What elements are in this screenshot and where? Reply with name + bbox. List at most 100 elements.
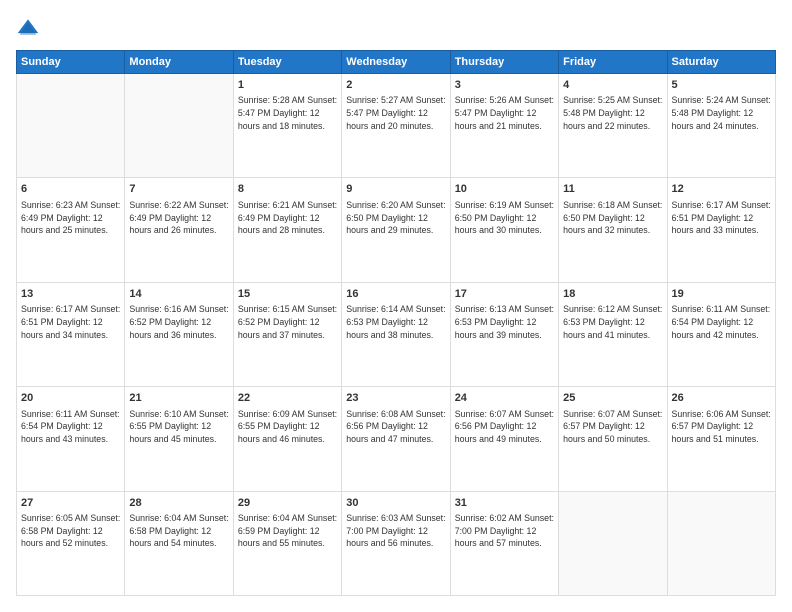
- day-number: 29: [238, 496, 337, 511]
- week-row-3: 13Sunrise: 6:17 AM Sunset: 6:51 PM Dayli…: [17, 282, 776, 386]
- week-row-1: 1Sunrise: 5:28 AM Sunset: 5:47 PM Daylig…: [17, 74, 776, 178]
- day-info: Sunrise: 6:13 AM Sunset: 6:53 PM Dayligh…: [455, 303, 554, 341]
- calendar-cell: 23Sunrise: 6:08 AM Sunset: 6:56 PM Dayli…: [342, 387, 450, 491]
- day-number: 16: [346, 287, 445, 302]
- day-info: Sunrise: 6:22 AM Sunset: 6:49 PM Dayligh…: [129, 199, 228, 237]
- calendar-cell: 17Sunrise: 6:13 AM Sunset: 6:53 PM Dayli…: [450, 282, 558, 386]
- day-info: Sunrise: 6:09 AM Sunset: 6:55 PM Dayligh…: [238, 408, 337, 446]
- day-number: 9: [346, 182, 445, 197]
- week-row-2: 6 Sunrise: 6:23 AM Sunset: 6:49 PM Daylig…: [17, 178, 776, 282]
- calendar-cell: 20 Sunrise: 6:11 AM Sunset: 6:54 PM Dayli…: [17, 387, 125, 491]
- week-row-5: 27Sunrise: 6:05 AM Sunset: 6:58 PM Dayli…: [17, 491, 776, 595]
- calendar-cell: 5Sunrise: 5:24 AM Sunset: 5:48 PM Daylig…: [667, 74, 775, 178]
- calendar-cell: [17, 74, 125, 178]
- day-number: 31: [455, 496, 554, 511]
- calendar-cell: 10 Sunrise: 6:19 AM Sunset: 6:50 PM Dayli…: [450, 178, 558, 282]
- calendar-cell: 12Sunrise: 6:17 AM Sunset: 6:51 PM Dayli…: [667, 178, 775, 282]
- day-of-week-thursday: Thursday: [450, 51, 558, 74]
- calendar-cell: 21Sunrise: 6:10 AM Sunset: 6:55 PM Dayli…: [125, 387, 233, 491]
- calendar-cell: 16Sunrise: 6:14 AM Sunset: 6:53 PM Dayli…: [342, 282, 450, 386]
- day-number: 14: [129, 287, 228, 302]
- day-info: Sunrise: 6:03 AM Sunset: 7:00 PM Dayligh…: [346, 512, 445, 550]
- day-info: Sunrise: 6:15 AM Sunset: 6:52 PM Dayligh…: [238, 303, 337, 341]
- day-info: Sunrise: 5:28 AM Sunset: 5:47 PM Dayligh…: [238, 94, 337, 132]
- days-of-week-row: SundayMondayTuesdayWednesdayThursdayFrid…: [17, 51, 776, 74]
- day-info: Sunrise: 6:20 AM Sunset: 6:50 PM Dayligh…: [346, 199, 445, 237]
- day-number: 17: [455, 287, 554, 302]
- day-number: 8: [238, 182, 337, 197]
- day-info: Sunrise: 6:23 AM Sunset: 6:49 PM Dayligh…: [21, 199, 120, 237]
- calendar-cell: 11 Sunrise: 6:18 AM Sunset: 6:50 PM Dayli…: [559, 178, 667, 282]
- day-info: Sunrise: 6:04 AM Sunset: 6:59 PM Dayligh…: [238, 512, 337, 550]
- calendar-cell: 22Sunrise: 6:09 AM Sunset: 6:55 PM Dayli…: [233, 387, 341, 491]
- day-info: Sunrise: 6:18 AM Sunset: 6:50 PM Dayligh…: [563, 199, 662, 237]
- calendar-cell: 1Sunrise: 5:28 AM Sunset: 5:47 PM Daylig…: [233, 74, 341, 178]
- day-number: 30: [346, 496, 445, 511]
- day-info: Sunrise: 5:27 AM Sunset: 5:47 PM Dayligh…: [346, 94, 445, 132]
- day-number: 7: [129, 182, 228, 197]
- generalblue-logo-icon: [16, 16, 40, 40]
- calendar-cell: 7 Sunrise: 6:22 AM Sunset: 6:49 PM Daylig…: [125, 178, 233, 282]
- calendar-cell: 9 Sunrise: 6:20 AM Sunset: 6:50 PM Daylig…: [342, 178, 450, 282]
- logo: [16, 16, 44, 40]
- calendar-cell: 6 Sunrise: 6:23 AM Sunset: 6:49 PM Daylig…: [17, 178, 125, 282]
- day-number: 5: [672, 78, 771, 93]
- day-number: 2: [346, 78, 445, 93]
- day-number: 27: [21, 496, 120, 511]
- calendar-cell: 4Sunrise: 5:25 AM Sunset: 5:48 PM Daylig…: [559, 74, 667, 178]
- day-number: 18: [563, 287, 662, 302]
- calendar-cell: 28Sunrise: 6:04 AM Sunset: 6:58 PM Dayli…: [125, 491, 233, 595]
- day-info: Sunrise: 6:19 AM Sunset: 6:50 PM Dayligh…: [455, 199, 554, 237]
- day-number: 4: [563, 78, 662, 93]
- day-info: Sunrise: 6:07 AM Sunset: 6:57 PM Dayligh…: [563, 408, 662, 446]
- calendar-cell: 3Sunrise: 5:26 AM Sunset: 5:47 PM Daylig…: [450, 74, 558, 178]
- calendar-cell: 18Sunrise: 6:12 AM Sunset: 6:53 PM Dayli…: [559, 282, 667, 386]
- day-info: Sunrise: 6:16 AM Sunset: 6:52 PM Dayligh…: [129, 303, 228, 341]
- day-number: 3: [455, 78, 554, 93]
- day-info: Sunrise: 6:02 AM Sunset: 7:00 PM Dayligh…: [455, 512, 554, 550]
- day-number: 1: [238, 78, 337, 93]
- day-number: 6: [21, 182, 120, 197]
- calendar-cell: 13Sunrise: 6:17 AM Sunset: 6:51 PM Dayli…: [17, 282, 125, 386]
- calendar-cell: 2Sunrise: 5:27 AM Sunset: 5:47 PM Daylig…: [342, 74, 450, 178]
- day-number: 26: [672, 391, 771, 406]
- day-number: 23: [346, 391, 445, 406]
- calendar-cell: 24Sunrise: 6:07 AM Sunset: 6:56 PM Dayli…: [450, 387, 558, 491]
- day-info: Sunrise: 6:11 AM Sunset: 6:54 PM Dayligh…: [672, 303, 771, 341]
- calendar-cell: 29Sunrise: 6:04 AM Sunset: 6:59 PM Dayli…: [233, 491, 341, 595]
- day-info: Sunrise: 6:04 AM Sunset: 6:58 PM Dayligh…: [129, 512, 228, 550]
- calendar-cell: 30Sunrise: 6:03 AM Sunset: 7:00 PM Dayli…: [342, 491, 450, 595]
- day-number: 19: [672, 287, 771, 302]
- day-info: Sunrise: 6:05 AM Sunset: 6:58 PM Dayligh…: [21, 512, 120, 550]
- day-of-week-monday: Monday: [125, 51, 233, 74]
- day-of-week-friday: Friday: [559, 51, 667, 74]
- day-of-week-sunday: Sunday: [17, 51, 125, 74]
- calendar-cell: 15Sunrise: 6:15 AM Sunset: 6:52 PM Dayli…: [233, 282, 341, 386]
- day-info: Sunrise: 5:24 AM Sunset: 5:48 PM Dayligh…: [672, 94, 771, 132]
- week-row-4: 20 Sunrise: 6:11 AM Sunset: 6:54 PM Dayli…: [17, 387, 776, 491]
- day-number: 20: [21, 391, 120, 406]
- day-of-week-tuesday: Tuesday: [233, 51, 341, 74]
- page: SundayMondayTuesdayWednesdayThursdayFrid…: [0, 0, 792, 612]
- day-info: Sunrise: 6:11 AM Sunset: 6:54 PM Dayligh…: [21, 408, 120, 446]
- day-info: Sunrise: 5:25 AM Sunset: 5:48 PM Dayligh…: [563, 94, 662, 132]
- calendar-cell: [125, 74, 233, 178]
- day-number: 28: [129, 496, 228, 511]
- day-number: 11: [563, 182, 662, 197]
- day-info: Sunrise: 5:26 AM Sunset: 5:47 PM Dayligh…: [455, 94, 554, 132]
- calendar-cell: 8 Sunrise: 6:21 AM Sunset: 6:49 PM Daylig…: [233, 178, 341, 282]
- day-info: Sunrise: 6:21 AM Sunset: 6:49 PM Dayligh…: [238, 199, 337, 237]
- day-number: 12: [672, 182, 771, 197]
- header: [16, 16, 776, 40]
- calendar-cell: 31Sunrise: 6:02 AM Sunset: 7:00 PM Dayli…: [450, 491, 558, 595]
- day-number: 10: [455, 182, 554, 197]
- calendar-cell: 25Sunrise: 6:07 AM Sunset: 6:57 PM Dayli…: [559, 387, 667, 491]
- day-info: Sunrise: 6:12 AM Sunset: 6:53 PM Dayligh…: [563, 303, 662, 341]
- calendar-header: SundayMondayTuesdayWednesdayThursdayFrid…: [17, 51, 776, 74]
- day-info: Sunrise: 6:14 AM Sunset: 6:53 PM Dayligh…: [346, 303, 445, 341]
- day-of-week-saturday: Saturday: [667, 51, 775, 74]
- day-of-week-wednesday: Wednesday: [342, 51, 450, 74]
- calendar-table: SundayMondayTuesdayWednesdayThursdayFrid…: [16, 50, 776, 596]
- day-info: Sunrise: 6:17 AM Sunset: 6:51 PM Dayligh…: [21, 303, 120, 341]
- calendar-cell: 26Sunrise: 6:06 AM Sunset: 6:57 PM Dayli…: [667, 387, 775, 491]
